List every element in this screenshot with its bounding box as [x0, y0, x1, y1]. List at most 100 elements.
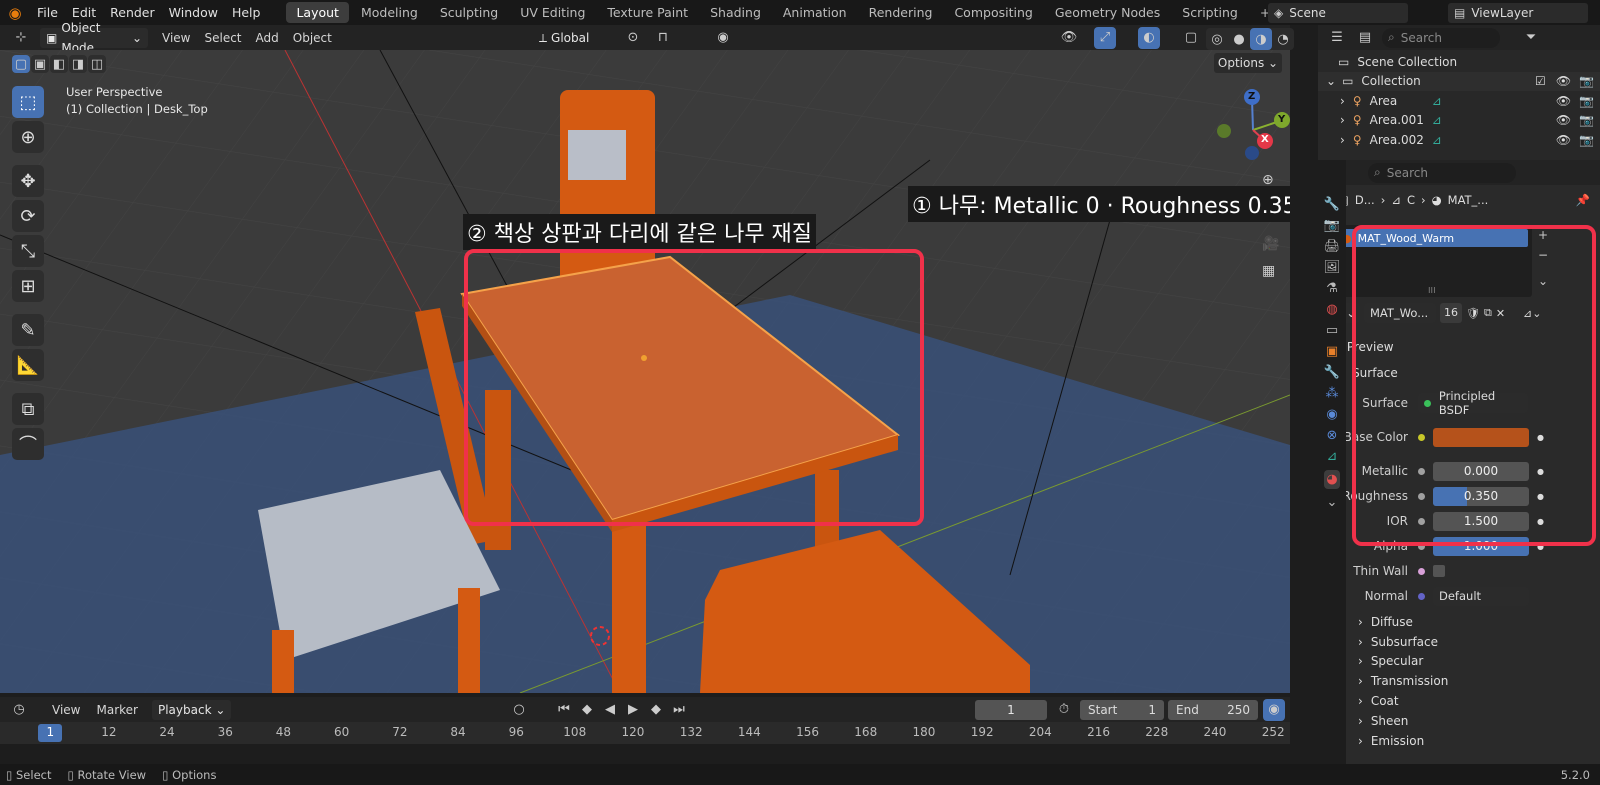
end-frame-field[interactable]: End 250	[1168, 699, 1258, 720]
pin-icon[interactable]: 📌	[1576, 193, 1590, 207]
next-keyframe-icon[interactable]: ◆	[645, 699, 667, 721]
playback-dropdown[interactable]: Playback ⌄	[151, 699, 232, 720]
constraints-tab-icon[interactable]: ⊗	[1327, 428, 1338, 443]
eye-icon[interactable]: 👁	[1556, 94, 1571, 108]
tab-animation[interactable]: Animation	[773, 2, 857, 23]
tab-shading[interactable]: Shading	[700, 2, 771, 23]
texture-tab-icon[interactable]: ⌄	[1327, 495, 1338, 510]
display-mode-icon[interactable]: ▤	[1354, 27, 1376, 49]
properties-editor-icon[interactable]: ⊞	[1346, 162, 1348, 184]
3d-viewport[interactable]: ▢ ▣ ◧ ◨ ◫ ⬚ ⊕ ✥ ⟳ ⤡ ⊞ ✎ 📐 ⧉ ⌒ User Persp…	[0, 50, 1290, 693]
scene-tab-icon[interactable]: ⚗	[1326, 281, 1338, 296]
particles-tab-icon[interactable]: ⁂	[1326, 386, 1339, 401]
camera-icon[interactable]: 📷	[1579, 113, 1594, 127]
tab-compositing[interactable]: Compositing	[944, 2, 1042, 23]
proportional-edit-icon[interactable]: ◉	[712, 27, 734, 49]
filter-icon[interactable]: ⏷	[1520, 27, 1542, 49]
timeline-menu-view[interactable]: View	[46, 699, 86, 721]
tool-tab-icon[interactable]: 🔧	[1324, 197, 1340, 212]
editor-type-icon[interactable]: ⊹	[10, 27, 32, 49]
tab-geometry-nodes[interactable]: Geometry Nodes	[1045, 2, 1170, 23]
scene-selector[interactable]: ◈ Scene	[1268, 3, 1408, 23]
stopwatch-icon[interactable]: ⏱	[1053, 699, 1075, 721]
scene-collection-row[interactable]: ▭ Scene Collection	[1318, 52, 1600, 72]
menu-add[interactable]: Add	[250, 27, 285, 49]
transform-tool-icon[interactable]: ⊞	[12, 270, 44, 302]
camera-view-icon[interactable]: 🎥	[1262, 236, 1279, 252]
eye-icon[interactable]: 👁	[1556, 74, 1571, 88]
menu-object[interactable]: Object	[287, 27, 338, 49]
current-frame-field[interactable]: 1	[975, 699, 1047, 720]
menu-view[interactable]: View	[156, 27, 196, 49]
mode-dropdown[interactable]: ▣ Object Mode ⌄	[40, 21, 148, 55]
snap-icon[interactable]: ⊓	[652, 27, 674, 49]
curve-tool-icon[interactable]: ⌒	[12, 428, 44, 460]
thin-wall-checkbox[interactable]	[1433, 565, 1445, 577]
measure-tool-icon[interactable]: 📐	[12, 349, 44, 381]
add-cube-tool-icon[interactable]: ⧉	[12, 393, 44, 425]
gizmo-toggle-icon[interactable]: ⤢	[1094, 26, 1116, 49]
subsection-coat[interactable]: › Coat	[1358, 691, 1600, 711]
move-tool-icon[interactable]: ✥	[12, 165, 44, 197]
material-shading-icon[interactable]: ◑	[1250, 28, 1272, 50]
rendered-shading-icon[interactable]: ◔	[1272, 28, 1294, 50]
collection-tab-icon[interactable]: ▭	[1326, 323, 1338, 338]
orientation-dropdown[interactable]: ⟂ Global	[533, 28, 609, 48]
solid-shading-icon[interactable]: ●	[1228, 28, 1250, 50]
properties-search[interactable]: ⌕ Search	[1368, 162, 1516, 183]
annotate-tool-icon[interactable]: ✎	[12, 314, 44, 346]
menu-file[interactable]: File	[30, 0, 65, 25]
subsection-subsurface[interactable]: › Subsurface	[1358, 632, 1600, 652]
tab-sculpting[interactable]: Sculpting	[430, 2, 508, 23]
physics-tab-icon[interactable]: ◉	[1326, 407, 1337, 422]
outliner-editor-icon[interactable]: ☰	[1326, 27, 1348, 49]
play-icon[interactable]: ▶	[622, 699, 644, 721]
camera-icon[interactable]: 📷	[1579, 133, 1594, 147]
output-tab-icon[interactable]: 🖨	[1324, 239, 1341, 254]
jump-end-icon[interactable]: ⏭	[668, 699, 690, 721]
outliner-search[interactable]: ⌕ Search	[1382, 27, 1500, 48]
subsection-transmission[interactable]: › Transmission	[1358, 671, 1600, 691]
record-icon[interactable]: ○	[508, 699, 530, 721]
select-intersect-icon[interactable]: ◫	[88, 55, 106, 73]
play-reverse-icon[interactable]: ◀	[599, 699, 621, 721]
subsection-emission[interactable]: › Emission	[1358, 731, 1600, 751]
normal-field[interactable]: Default	[1433, 586, 1529, 606]
options-dropdown[interactable]: Options ⌄	[1214, 53, 1282, 73]
start-frame-field[interactable]: Start 1	[1080, 699, 1164, 720]
camera-icon[interactable]: 📷	[1579, 74, 1594, 88]
tab-texture-paint[interactable]: Texture Paint	[597, 2, 698, 23]
tab-layout[interactable]: Layout	[286, 2, 349, 23]
rotate-tool-icon[interactable]: ⟳	[12, 200, 44, 232]
eye-icon[interactable]: 👁	[1556, 133, 1571, 147]
outliner-item[interactable]: › ♀ Area.001 ⊿ 👁 📷	[1318, 111, 1600, 131]
keying-icon[interactable]: ◉	[1263, 698, 1285, 721]
select-box-tool-icon[interactable]: ⬚	[12, 86, 44, 118]
collection-row[interactable]: ⌄ ▭ Collection ☑ 👁 📷	[1318, 71, 1600, 91]
tab-scripting[interactable]: Scripting	[1172, 2, 1248, 23]
subsection-sheen[interactable]: › Sheen	[1358, 711, 1600, 731]
tab-rendering[interactable]: Rendering	[859, 2, 943, 23]
outliner-item[interactable]: › ♀ Area ⊿ 👁 📷	[1318, 91, 1600, 111]
object-tab-icon[interactable]: ▣	[1326, 344, 1338, 359]
world-tab-icon[interactable]: ◍	[1326, 302, 1337, 317]
tab-modeling[interactable]: Modeling	[351, 2, 428, 23]
render-tab-icon[interactable]: 📷	[1324, 218, 1340, 233]
subsection-specular[interactable]: › Specular	[1358, 652, 1600, 672]
view-layer-tab-icon[interactable]: 🖼	[1324, 260, 1341, 275]
camera-icon[interactable]: 📷	[1579, 94, 1594, 108]
pivot-icon[interactable]: ⊙	[622, 27, 644, 49]
tab-uv-editing[interactable]: UV Editing	[510, 2, 595, 23]
subsection-diffuse[interactable]: › Diffuse	[1358, 612, 1600, 632]
prev-keyframe-icon[interactable]: ◆	[576, 699, 598, 721]
material-tab-icon[interactable]: ◕	[1324, 470, 1340, 489]
menu-help[interactable]: Help	[225, 0, 268, 25]
select-new-icon[interactable]: ▢	[12, 55, 30, 73]
blender-logo-icon[interactable]: ◉	[0, 4, 30, 22]
outliner-item[interactable]: › ♀ Area.002 ⊿ 👁 📷	[1318, 130, 1600, 150]
select-subtract-icon[interactable]: ◧	[50, 55, 68, 73]
menu-window[interactable]: Window	[162, 0, 225, 25]
eye-icon[interactable]: 👁	[1556, 113, 1571, 127]
data-tab-icon[interactable]: ⊿	[1327, 449, 1338, 464]
wireframe-shading-icon[interactable]: ◎	[1206, 28, 1228, 50]
